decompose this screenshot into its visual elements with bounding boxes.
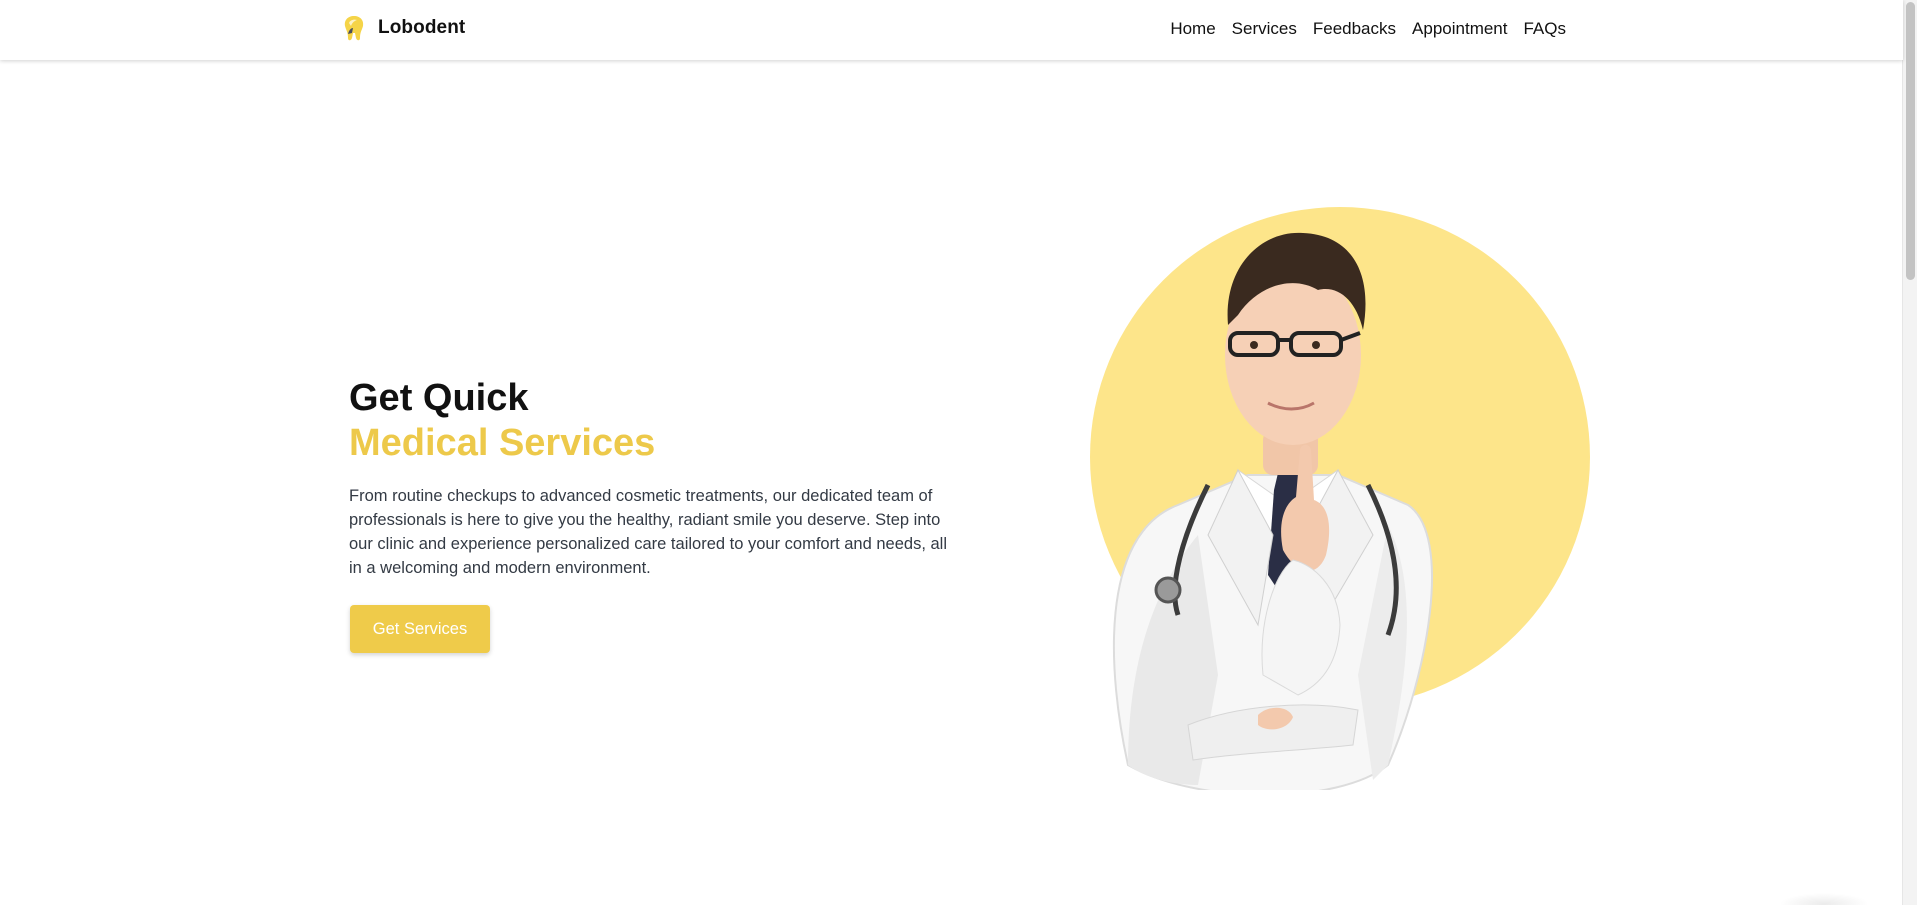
page: Lobodent Home Services Feedbacks Appoint…: [0, 0, 1917, 905]
nav-feedbacks[interactable]: Feedbacks: [1313, 19, 1396, 39]
tooth-icon: [344, 16, 364, 41]
hero-title: Get Quick: [349, 377, 529, 419]
scrollbar[interactable]: [1902, 0, 1917, 905]
decorative-shadow: [1779, 893, 1869, 905]
nav-menu: Home Services Feedbacks Appointment FAQs: [1170, 19, 1566, 39]
brand-link[interactable]: Lobodent: [340, 14, 465, 42]
nav-appointment[interactable]: Appointment: [1412, 19, 1507, 39]
nav-faqs[interactable]: FAQs: [1523, 19, 1566, 39]
scrollbar-thumb[interactable]: [1906, 2, 1915, 280]
brand-name: Lobodent: [378, 17, 466, 38]
navbar: Lobodent Home Services Feedbacks Appoint…: [0, 0, 1903, 60]
hero-description: From routine checkups to advanced cosmet…: [349, 487, 948, 577]
nav-services[interactable]: Services: [1232, 19, 1297, 39]
get-services-button[interactable]: Get Services: [350, 605, 490, 653]
doctor-illustration: [1090, 207, 1590, 790]
hero-image: [1088, 205, 1590, 790]
hero-title-highlight: Medical Services: [349, 422, 656, 464]
nav-home[interactable]: Home: [1170, 19, 1215, 39]
